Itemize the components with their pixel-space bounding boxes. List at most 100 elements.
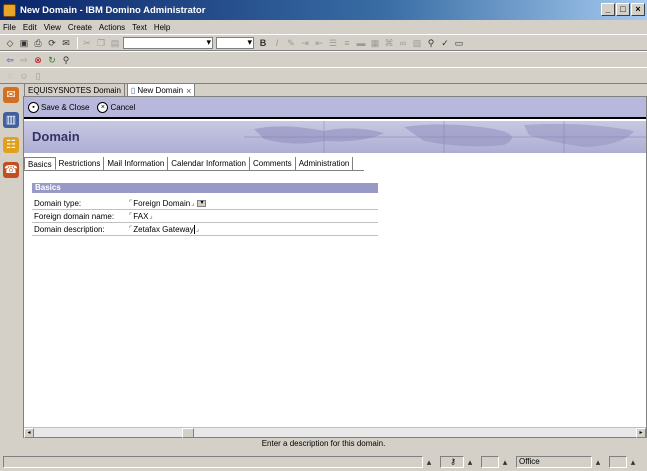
find-icon[interactable]: ⚲ — [425, 37, 437, 49]
menu-help[interactable]: Help — [154, 23, 170, 32]
back-icon[interactable]: ⇦ — [4, 54, 16, 66]
tab-label: New Domain — [137, 85, 184, 95]
domino-app-icon — [3, 3, 16, 17]
menu-view[interactable]: View — [44, 23, 61, 32]
location-selector[interactable]: Office — [516, 456, 592, 468]
domain-type-label: Domain type: — [34, 198, 82, 208]
mail-bookmark-icon[interactable]: ✉ — [3, 87, 19, 103]
highlight-icon[interactable]: ✎ — [285, 37, 297, 49]
tab-restrictions[interactable]: Restrictions — [56, 157, 105, 170]
status-up-arrow-icon[interactable]: ▴ — [627, 456, 639, 468]
field-row-foreign-domain-name: Foreign domain name: ⌜ FAX ⌟ — [32, 210, 378, 223]
person-icon[interactable]: ☺ — [18, 70, 30, 82]
status-bar: ▴ ⚷ ▴ ▴ Office ▴ ▴ — [0, 453, 647, 471]
extra-toolbar: ◌ ☺ ▯ — [0, 67, 647, 84]
align-icon[interactable]: ▬ — [355, 37, 367, 49]
close-tab-icon[interactable]: × — [186, 85, 191, 97]
tab-new-domain[interactable]: ▯ New Domain × — [126, 83, 196, 97]
properties-icon[interactable]: ▭ — [453, 37, 465, 49]
menu-create[interactable]: Create — [68, 23, 92, 32]
tab-comments[interactable]: Comments — [250, 157, 296, 170]
tab-mail-information[interactable]: Mail Information — [104, 157, 169, 170]
forward-icon[interactable]: ⇨ — [18, 54, 30, 66]
font-style-select[interactable] — [123, 36, 213, 49]
cut-icon[interactable]: ✂ — [81, 37, 93, 49]
field-bracket-icon: ⌜ — [129, 213, 133, 220]
status-up-arrow-icon[interactable]: ▴ — [592, 456, 604, 468]
refresh-icon[interactable]: ↻ — [46, 54, 58, 66]
status-up-arrow-icon[interactable]: ▴ — [464, 456, 476, 468]
search-icon[interactable]: ⚲ — [60, 54, 72, 66]
calendar-bookmark-icon[interactable]: ☷ — [3, 137, 19, 153]
toolbar-separator — [77, 36, 78, 49]
inbox-icon[interactable] — [609, 456, 627, 468]
attach-icon[interactable]: ⌘ — [383, 37, 395, 49]
stop-icon[interactable]: ⊗ — [32, 54, 44, 66]
save-close-label: Save & Close — [41, 102, 90, 112]
mail-icon[interactable]: ✉ — [60, 37, 72, 49]
section-header: Basics — [32, 183, 378, 193]
domain-type-field[interactable]: ⌜ Foreign Domain ⌟ ▾ — [128, 198, 207, 208]
cancel-icon: × — [97, 101, 109, 113]
document-icon: ▯ — [130, 85, 136, 95]
spellcheck-icon[interactable]: ✓ — [439, 37, 451, 49]
numbering-icon[interactable]: ≡ — [341, 37, 353, 49]
menu-edit[interactable]: Edit — [23, 23, 37, 32]
menu-text[interactable]: Text — [132, 23, 147, 32]
document-frame: ▪ Save & Close × Cancel Domain Basics Re… — [23, 96, 647, 438]
form-title: Domain — [32, 129, 80, 144]
form-banner: Domain — [24, 121, 646, 153]
document-tabs: EQUISYSNOTES Domain ▯ New Domain × — [24, 83, 197, 97]
save-close-button[interactable]: ▪ Save & Close — [28, 101, 90, 113]
status-up-arrow-icon[interactable]: ▴ — [499, 456, 511, 468]
field-bracket-icon: ⌜ — [129, 200, 133, 207]
horizontal-scrollbar[interactable]: ◂ ▸ — [24, 427, 646, 438]
domain-type-dropdown-icon[interactable]: ▾ — [197, 199, 207, 207]
tab-calendar-information[interactable]: Calendar Information — [168, 157, 250, 170]
save-icon[interactable]: ▣ — [18, 37, 30, 49]
menu-file[interactable]: File — [3, 23, 16, 32]
foreign-domain-name-field[interactable]: ⌜ FAX ⌟ — [128, 212, 154, 221]
status-up-arrow-icon[interactable]: ▴ — [423, 456, 435, 468]
document-icon[interactable]: ▯ — [32, 70, 44, 82]
indent-icon[interactable]: ⇥ — [299, 37, 311, 49]
link-icon[interactable]: ∞ — [397, 37, 409, 49]
menu-actions[interactable]: Actions — [99, 23, 125, 32]
outdent-icon[interactable]: ⇤ — [313, 37, 325, 49]
font-size-select[interactable] — [216, 36, 254, 49]
cancel-button[interactable]: × Cancel — [97, 101, 136, 113]
domain-description-value: Zetafax Gateway — [133, 224, 194, 234]
maximize-button[interactable]: □ — [616, 3, 630, 16]
key-icon[interactable]: ⚷ — [440, 456, 464, 468]
print-icon[interactable]: ⎙ — [32, 37, 44, 49]
copy-icon[interactable]: ❐ — [95, 37, 107, 49]
open-icon[interactable]: ◇ — [4, 37, 16, 49]
table-icon[interactable]: ▦ — [369, 37, 381, 49]
replicate-icon[interactable]: ⟳ — [46, 37, 58, 49]
field-bracket-icon: ⌟ — [149, 213, 153, 220]
formatting-toolbar: ◇ ▣ ⎙ ⟳ ✉ ✂ ❐ ▤ B I ✎ ⇥ ⇤ ☰ ≡ ▬ ▦ ⌘ ∞ ▨ … — [0, 34, 647, 51]
bullets-icon[interactable]: ☰ — [327, 37, 339, 49]
domain-type-value: Foreign Domain — [133, 198, 191, 208]
image-icon[interactable]: ▨ — [411, 37, 423, 49]
tab-equisysnotes-domain[interactable]: EQUISYSNOTES Domain — [24, 83, 125, 97]
foreign-domain-name-label: Foreign domain name: — [34, 211, 115, 221]
databases-bookmark-icon[interactable]: ▥ — [3, 112, 19, 128]
close-window-button[interactable]: × — [631, 3, 645, 16]
field-help-text: Enter a description for this domain. — [261, 439, 386, 448]
domain-description-field[interactable]: ⌜ Zetafax Gateway ⌟ — [128, 224, 200, 234]
minimize-button[interactable]: _ — [601, 3, 615, 16]
world-map-graphic — [244, 121, 646, 153]
tab-administration[interactable]: Administration — [296, 157, 354, 170]
activity-indicator[interactable] — [481, 456, 499, 468]
italic-icon[interactable]: I — [271, 37, 283, 49]
bold-icon[interactable]: B — [257, 37, 269, 49]
field-bracket-icon: ⌟ — [195, 226, 200, 233]
chat-icon[interactable]: ◌ — [4, 70, 16, 82]
foreign-domain-name-value: FAX — [133, 211, 149, 221]
tab-basics[interactable]: Basics — [24, 157, 56, 170]
navigation-toolbar: ⇦ ⇨ ⊗ ↻ ⚲ — [0, 51, 647, 68]
cancel-label: Cancel — [110, 102, 136, 112]
contacts-bookmark-icon[interactable]: ☎ — [3, 162, 19, 178]
paste-icon[interactable]: ▤ — [109, 37, 121, 49]
